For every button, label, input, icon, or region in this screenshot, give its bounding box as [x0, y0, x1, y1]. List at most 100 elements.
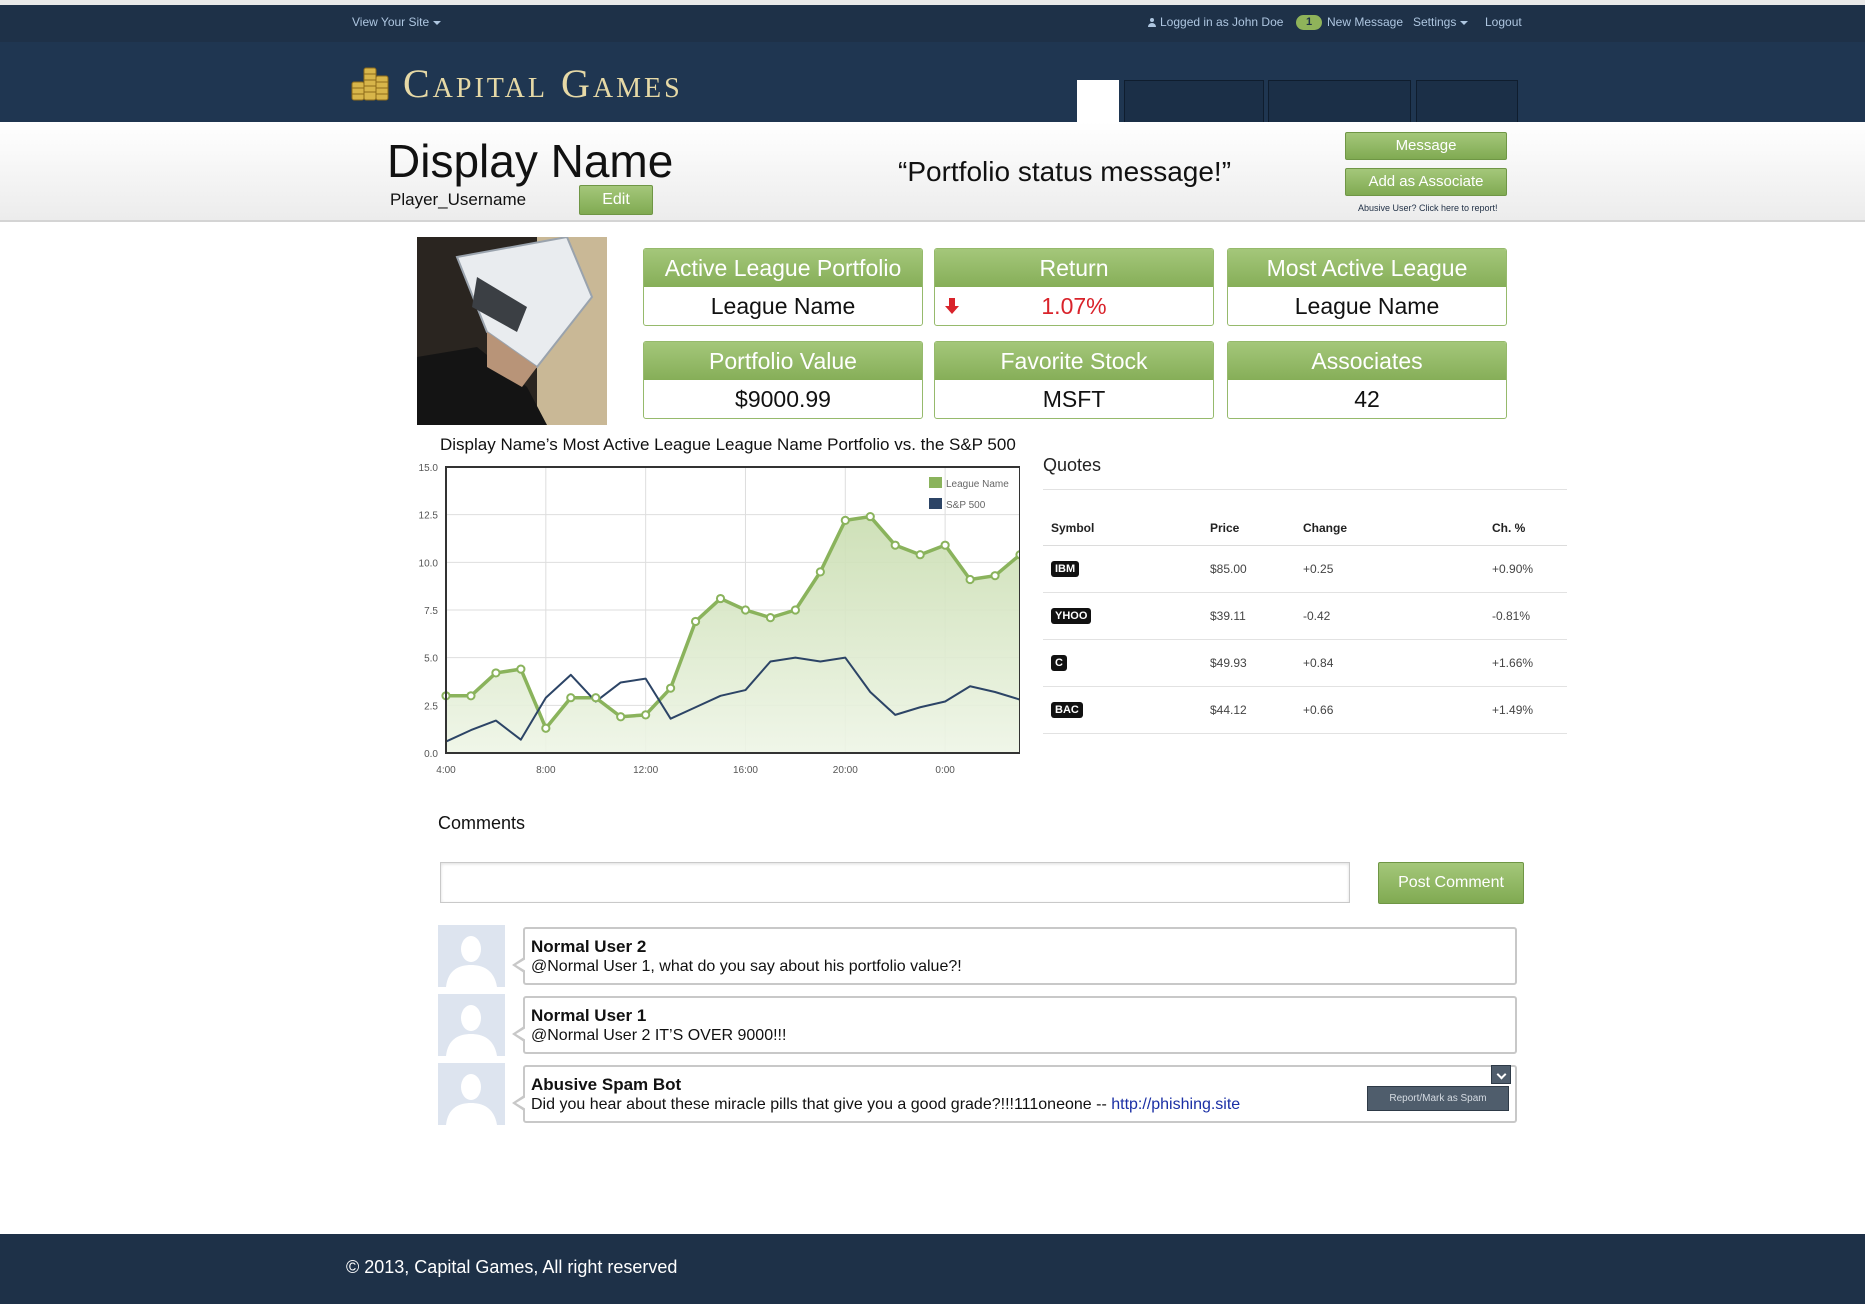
quote-price: $85.00	[1202, 545, 1295, 593]
league-data-point	[690, 616, 701, 627]
associates-card[interactable]: Associates 42	[1227, 341, 1507, 419]
comment-options-toggle[interactable]	[1491, 1065, 1511, 1084]
site-footer: © 2013, Capital Games, All right reserve…	[0, 1234, 1865, 1304]
quote-row[interactable]: BAC $44.12 +0.66 +1.49%	[1043, 686, 1567, 734]
quote-change-pct: +1.66%	[1484, 639, 1567, 687]
league-data-point	[641, 710, 651, 720]
settings-label: Settings	[1413, 15, 1457, 29]
message-count-badge[interactable]: 1	[1296, 15, 1322, 30]
comment-link[interactable]: http://phishing.site	[1111, 1096, 1240, 1113]
comment-author[interactable]: Abusive Spam Bot	[531, 1075, 681, 1095]
favorite-stock-value: MSFT	[1042, 386, 1106, 412]
y-tick-label: 10.0	[419, 558, 439, 569]
league-data-point	[940, 540, 950, 550]
comment-text-row: Did you hear about these miracle pills t…	[531, 1096, 1240, 1114]
active-league-portfolio-card[interactable]: Active League Portfolio League Name	[643, 248, 923, 326]
column-header-change: Change	[1295, 512, 1484, 546]
column-header-change-pct: Ch. %	[1484, 512, 1567, 546]
legend-label: League Name	[946, 479, 1009, 490]
symbol-badge[interactable]: YHOO	[1051, 607, 1092, 624]
league-data-point	[890, 540, 900, 550]
y-tick-label: 2.5	[424, 701, 438, 712]
quote-row[interactable]: YHOO $39.11 -0.42 -0.81%	[1043, 592, 1567, 640]
report-spam-menu-item[interactable]: Report/Mark as Spam	[1367, 1086, 1509, 1111]
logged-in-status[interactable]: Logged in as John Doe	[1148, 15, 1283, 29]
comment-input[interactable]	[440, 862, 1350, 903]
most-active-league-value: League Name	[1294, 293, 1440, 319]
commenter-avatar[interactable]	[438, 925, 505, 987]
y-tick-label: 12.5	[419, 511, 439, 522]
y-tick-label: 5.0	[424, 654, 438, 665]
favorite-stock-card[interactable]: Favorite Stock MSFT	[934, 341, 1214, 419]
quote-price: $39.11	[1202, 592, 1295, 640]
comment-text: @Normal User 2 IT’S OVER 9000!!!	[531, 1027, 787, 1044]
view-site-label: View Your Site	[352, 15, 430, 29]
logout-link[interactable]: Logout	[1485, 15, 1522, 29]
quotes-table: Symbol Price Change Ch. % IBM $85.00 +0.…	[1043, 512, 1567, 734]
league-data-point	[765, 613, 776, 623]
comment-author[interactable]: Normal User 1	[531, 1006, 646, 1026]
commenter-avatar[interactable]	[438, 1063, 505, 1125]
symbol-badge[interactable]: IBM	[1051, 560, 1080, 577]
quote-symbol-cell: C	[1043, 639, 1202, 687]
league-data-point	[566, 693, 576, 703]
active-league-portfolio-value: League Name	[710, 293, 856, 319]
most-active-league-label: Most Active League	[1228, 249, 1506, 287]
quote-symbol-cell: BAC	[1043, 686, 1202, 734]
comment-author[interactable]: Normal User 2	[531, 937, 646, 957]
edit-button[interactable]: Edit	[579, 185, 653, 215]
quote-price: $44.12	[1202, 686, 1295, 734]
copyright-text: © 2013, Capital Games, All right reserve…	[346, 1257, 678, 1277]
portfolio-value: $9000.99	[735, 386, 831, 412]
caret-down-icon	[1460, 20, 1469, 25]
user-icon	[1148, 18, 1156, 27]
post-comment-button[interactable]: Post Comment	[1378, 862, 1524, 904]
new-message-link[interactable]: New Message	[1327, 15, 1403, 29]
chart-title: Display Name’s Most Active League League…	[440, 435, 1016, 454]
logo-text[interactable]: Capital Games	[403, 60, 683, 107]
comment-text: @Normal User 1, what do you say about hi…	[531, 958, 962, 975]
quote-price: $49.93	[1202, 639, 1295, 687]
comment-text: Did you hear about these miracle pills t…	[531, 1096, 1107, 1113]
x-tick-label: 4:00	[436, 765, 456, 776]
league-data-point	[541, 723, 551, 733]
report-user-link[interactable]: Abusive User? Click here to report!	[1358, 203, 1498, 213]
logged-in-label: Logged in as John Doe	[1160, 15, 1284, 29]
caret-down-icon	[433, 20, 442, 25]
quote-change-pct: +1.49%	[1484, 686, 1567, 734]
most-active-league-card[interactable]: Most Active League League Name	[1227, 248, 1507, 326]
nav-tab-active[interactable]	[1077, 80, 1119, 122]
commenter-avatar[interactable]	[438, 994, 505, 1056]
quote-row[interactable]: IBM $85.00 +0.25 +0.90%	[1043, 545, 1567, 593]
column-header-price: Price	[1202, 512, 1295, 546]
y-tick-label: 15.0	[419, 463, 439, 474]
return-card: Return 1.07%	[934, 248, 1214, 326]
league-data-point	[965, 574, 975, 585]
portfolio-status-message: “Portfolio status message!”	[898, 156, 1232, 187]
quote-change: +0.66	[1295, 686, 1484, 734]
message-button[interactable]: Message	[1345, 132, 1507, 160]
comment-item: Normal User 2 @Normal User 1, what do yo…	[512, 927, 1517, 985]
comment-item: Normal User 1 @Normal User 2 IT’S OVER 9…	[512, 996, 1517, 1054]
return-value-row: 1.07%	[935, 287, 1213, 325]
quote-row[interactable]: C $49.93 +0.84 +1.66%	[1043, 639, 1567, 687]
return-value: 1.07%	[1041, 293, 1107, 319]
associates-label: Associates	[1228, 342, 1506, 380]
league-data-point	[790, 605, 800, 615]
symbol-badge[interactable]: C	[1051, 654, 1067, 671]
add-associate-button[interactable]: Add as Associate	[1345, 168, 1507, 196]
nav-tab[interactable]	[1416, 80, 1518, 122]
down-arrow-icon	[945, 298, 959, 314]
league-data-point	[491, 668, 501, 678]
view-site-dropdown[interactable]: View Your Site	[352, 15, 442, 29]
quote-symbol-cell: YHOO	[1043, 592, 1202, 640]
quote-change: +0.25	[1295, 545, 1484, 593]
nav-tab[interactable]	[1268, 80, 1411, 122]
profile-avatar	[417, 237, 607, 425]
symbol-badge[interactable]: BAC	[1051, 701, 1083, 718]
profile-header: Display Name Player_Username Edit “Portf…	[0, 122, 1865, 222]
nav-tab[interactable]	[1124, 80, 1264, 122]
x-tick-label: 0:00	[935, 765, 955, 776]
column-header-symbol: Symbol	[1043, 512, 1202, 546]
settings-dropdown[interactable]: Settings	[1413, 15, 1469, 29]
